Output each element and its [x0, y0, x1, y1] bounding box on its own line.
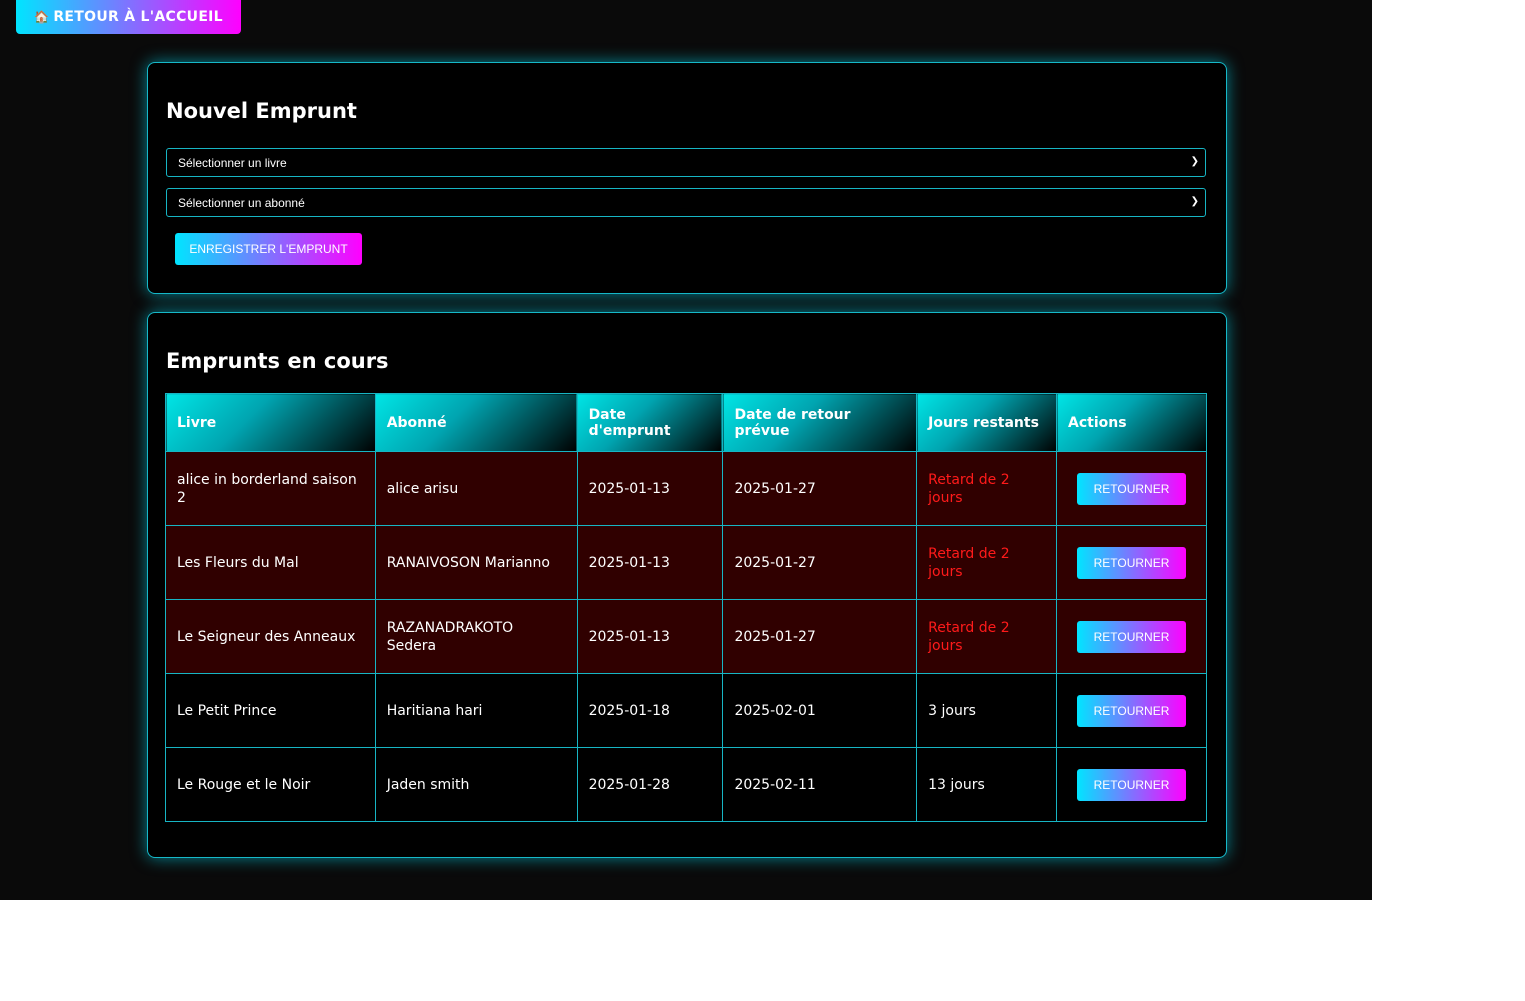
cell-due-date: 2025-02-11	[722, 747, 918, 822]
cell-member: Jaden smith	[374, 747, 578, 822]
column-header-book: Livre	[165, 393, 376, 452]
cell-loan-date: 2025-01-28	[576, 747, 724, 822]
column-header-member: Abonné	[374, 393, 578, 452]
new-loan-title: Nouvel Emprunt	[166, 99, 357, 123]
cell-book: Le Seigneur des Anneaux	[165, 599, 376, 674]
return-button[interactable]: RETOURNER	[1077, 620, 1186, 653]
register-loan-button[interactable]: ENREGISTRER L'EMPRUNT	[175, 233, 362, 265]
cell-loan-date: 2025-01-18	[576, 673, 724, 748]
member-select[interactable]: Sélectionner un abonné ❯	[166, 188, 1206, 217]
cell-book: Le Rouge et le Noir	[165, 747, 376, 822]
return-button[interactable]: RETOURNER	[1077, 546, 1186, 579]
cell-actions: RETOURNER	[1056, 747, 1207, 822]
cell-loan-date: 2025-01-13	[576, 599, 724, 674]
cell-loan-date: 2025-01-13	[576, 451, 724, 526]
cell-due-date: 2025-01-27	[722, 525, 918, 600]
cell-member: RANAIVOSON Marianno	[374, 525, 578, 600]
member-select-value: Sélectionner un abonné	[178, 195, 305, 210]
cell-loan-date: 2025-01-13	[576, 525, 724, 600]
cell-actions: RETOURNER	[1056, 673, 1207, 748]
cell-member: RAZANADRAKOTO Sedera	[374, 599, 578, 674]
cell-due-date: 2025-02-01	[722, 673, 918, 748]
cell-remaining: Retard de 2 jours	[916, 525, 1057, 600]
table-row: Le Petit Prince Haritiana hari 2025-01-1…	[165, 673, 1207, 748]
return-button[interactable]: RETOURNER	[1077, 768, 1186, 801]
cell-remaining: Retard de 2 jours	[916, 599, 1057, 674]
new-loan-panel: Nouvel Emprunt Sélectionner un livre ❯ S…	[147, 62, 1227, 294]
cell-due-date: 2025-01-27	[722, 599, 918, 674]
table-row: Les Fleurs du Mal RANAIVOSON Marianno 20…	[165, 525, 1207, 600]
current-loans-title: Emprunts en cours	[166, 349, 389, 373]
table-row: alice in borderland saison 2 alice arisu…	[165, 451, 1207, 526]
cell-remaining: 3 jours	[916, 673, 1057, 748]
column-header-remaining: Jours restants	[916, 393, 1057, 452]
table-header-row: Livre Abonné Date d'emprunt Date de reto…	[165, 393, 1207, 452]
loans-table: Livre Abonné Date d'emprunt Date de reto…	[165, 393, 1207, 822]
table-row: Le Seigneur des Anneaux RAZANADRAKOTO Se…	[165, 599, 1207, 674]
cell-due-date: 2025-01-27	[722, 451, 918, 526]
return-button[interactable]: RETOURNER	[1077, 694, 1186, 727]
return-button[interactable]: RETOURNER	[1077, 472, 1186, 505]
chevron-down-icon: ❯	[1190, 196, 1199, 207]
house-icon: 🏠	[34, 10, 50, 24]
cell-member: Haritiana hari	[374, 673, 578, 748]
cell-actions: RETOURNER	[1056, 599, 1207, 674]
book-select[interactable]: Sélectionner un livre ❯	[166, 148, 1206, 177]
app-root: 🏠 RETOUR À L'ACCUEIL Nouvel Emprunt Séle…	[0, 0, 1372, 900]
column-header-loan-date: Date d'emprunt	[576, 393, 724, 452]
cell-book: alice in borderland saison 2	[165, 451, 376, 526]
cell-actions: RETOURNER	[1056, 525, 1207, 600]
cell-remaining: Retard de 2 jours	[916, 451, 1057, 526]
cell-actions: RETOURNER	[1056, 451, 1207, 526]
current-loans-panel: Emprunts en cours Livre Abonné Date d'em…	[147, 312, 1227, 858]
column-header-actions: Actions	[1056, 393, 1207, 452]
cell-book: Le Petit Prince	[165, 673, 376, 748]
cell-book: Les Fleurs du Mal	[165, 525, 376, 600]
cell-member: alice arisu	[374, 451, 578, 526]
cell-remaining: 13 jours	[916, 747, 1057, 822]
column-header-due-date: Date de retour prévue	[722, 393, 918, 452]
table-row: Le Rouge et le Noir Jaden smith 2025-01-…	[165, 747, 1207, 822]
book-select-value: Sélectionner un livre	[178, 155, 287, 170]
home-button[interactable]: 🏠 RETOUR À L'ACCUEIL	[16, 0, 241, 34]
home-button-label: RETOUR À L'ACCUEIL	[53, 9, 223, 25]
chevron-down-icon: ❯	[1190, 156, 1199, 167]
